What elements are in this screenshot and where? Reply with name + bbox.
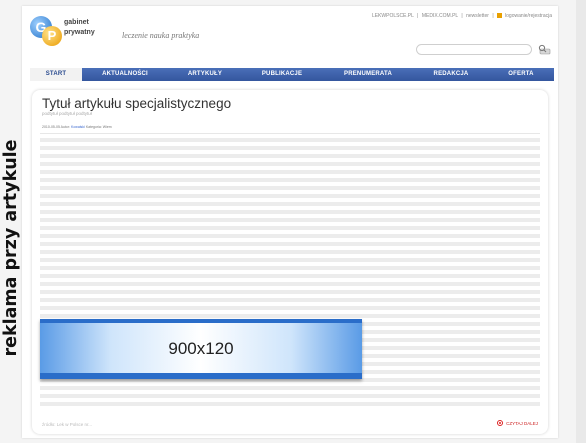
- article-title: Tytuł artykułu specjalistycznego: [42, 96, 232, 111]
- top-links: LEKWPOLSCE.PL | MEDIX.COM.PL | newslette…: [370, 13, 552, 19]
- top-link-lekwpolsce[interactable]: LEKWPOLSCE.PL: [372, 13, 414, 19]
- link-separator: |: [417, 13, 419, 19]
- nav-item-publikacje[interactable]: PUBLIKACJE: [242, 68, 322, 81]
- link-separator: |: [492, 13, 494, 19]
- site-logo[interactable]: G P gabinet prywatny: [30, 10, 120, 50]
- top-link-newsletter[interactable]: newsletter: [466, 13, 489, 19]
- article-panel: Tytuł artykułu specjalistycznego podtytu…: [32, 90, 548, 434]
- top-link-medix[interactable]: MEDIX.COM.PL: [422, 13, 458, 19]
- nav-item-artykuly[interactable]: ARTYKUŁY: [168, 68, 242, 81]
- article-meta: 2010-05-05 Autor: Kowalski Kategoria: Wi…: [42, 125, 112, 129]
- search-input[interactable]: [416, 44, 532, 55]
- right-margin-strip: [576, 0, 586, 443]
- ad-placement-label: reklama przy artykule: [1, 139, 21, 357]
- logo-text-gabinet: gabinet: [64, 19, 89, 26]
- website-mockup: G P gabinet prywatny leczenie nauka prak…: [22, 6, 558, 438]
- site-tagline: leczenie nauka praktyka: [122, 31, 200, 40]
- link-separator: |: [461, 13, 463, 19]
- ad-banner[interactable]: 900x120: [40, 319, 362, 379]
- article-source: źródło: Lek w Polsce nr...: [42, 422, 93, 427]
- logo-text-prywatny: prywatny: [64, 29, 95, 36]
- article-subtitle: podtytuł podtytuł podtytuł: [42, 111, 92, 116]
- meta-divider: [40, 133, 540, 134]
- read-more-label: CZYTAJ DALEJ: [506, 420, 538, 426]
- read-more-link[interactable]: CZYTAJ DALEJ: [497, 420, 538, 426]
- nav-item-prenumerata[interactable]: PRENUMERATA: [322, 68, 414, 81]
- nav-item-start[interactable]: START: [30, 68, 82, 81]
- nav-item-redakcja[interactable]: REDAKCJA: [414, 68, 488, 81]
- article-author-link[interactable]: Kowalski: [71, 125, 85, 129]
- nav-item-aktualnosci[interactable]: AKTUALNOŚCI: [82, 68, 168, 81]
- article-category: Kategoria: Wiem: [85, 125, 112, 129]
- logo-p-circle: P: [42, 26, 62, 46]
- article-date: 2010-05-05 Autor:: [42, 125, 71, 129]
- nav-item-oferta[interactable]: OFERTA: [488, 68, 554, 81]
- main-nav: START AKTUALNOŚCI ARTYKUŁY PUBLIKACJE PR…: [30, 68, 554, 81]
- search-icon[interactable]: [537, 44, 551, 55]
- login-icon: [497, 13, 503, 19]
- top-link-login[interactable]: logowanie/rejestracja: [505, 13, 552, 19]
- ad-banner-size-label: 900x120: [168, 339, 234, 358]
- side-label-area: reklama przy artykule: [0, 0, 22, 443]
- read-more-icon: [497, 420, 504, 426]
